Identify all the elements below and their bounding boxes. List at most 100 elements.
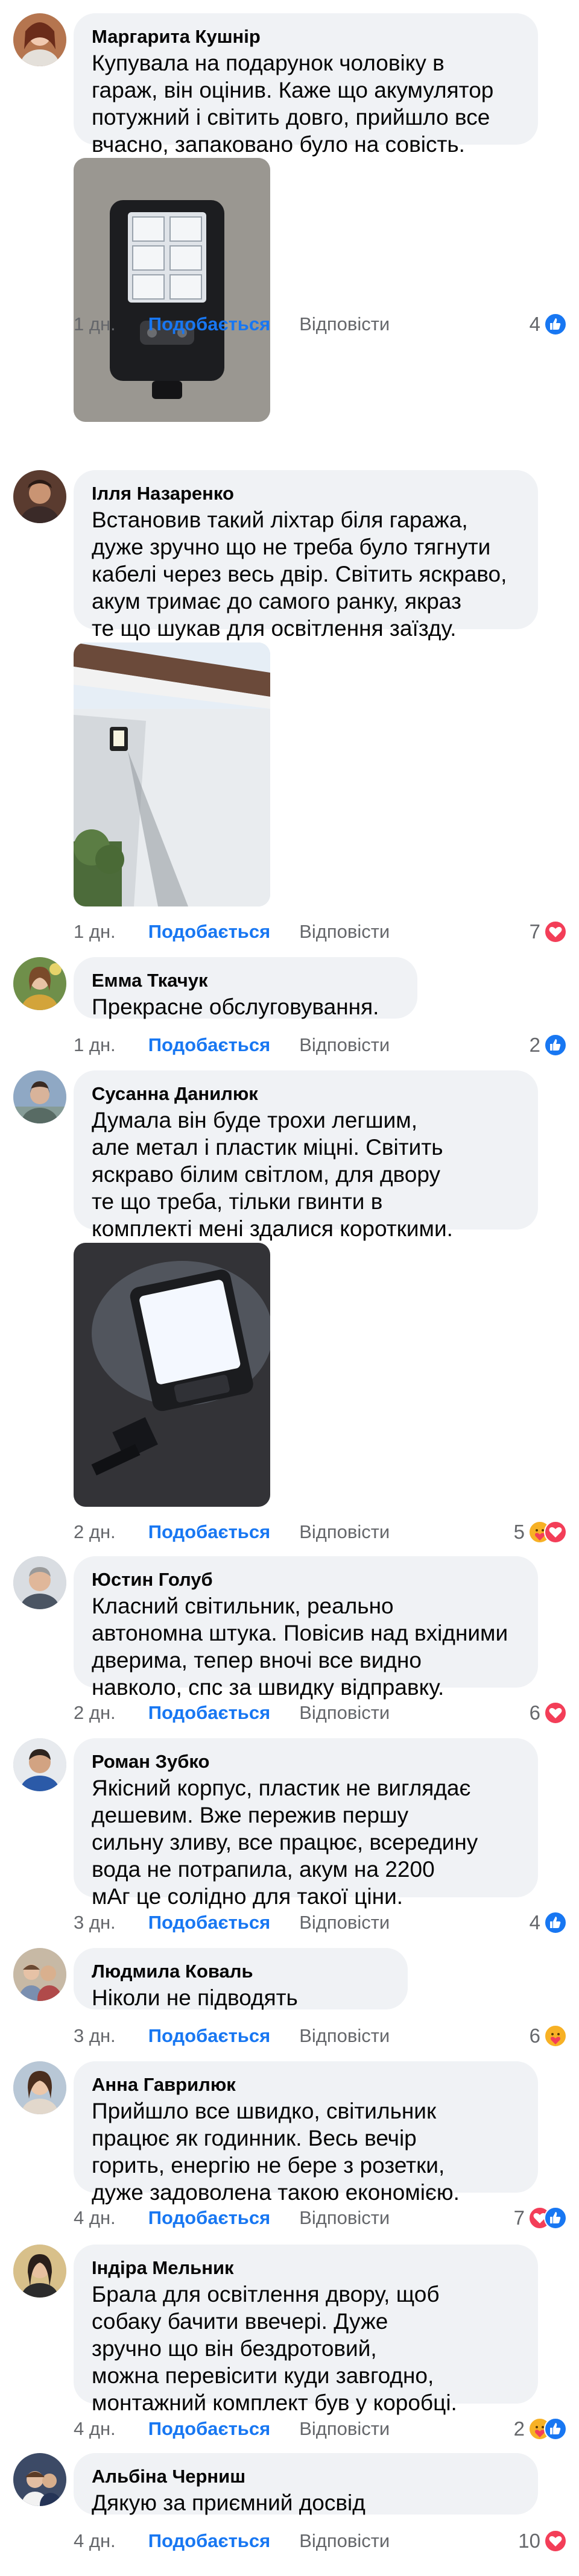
comment-meta: 1 дн. Подобається Відповісти <box>74 312 390 336</box>
comment-time[interactable]: 4 дн. <box>74 2530 116 2552</box>
like-button[interactable]: Подобається <box>148 2418 271 2440</box>
reaction-summary[interactable]: 2 <box>514 2417 567 2441</box>
comment-author[interactable]: Людмила Коваль <box>92 1960 390 1983</box>
comment-bubble: Індіра Мельник Брала для освітлення двор… <box>74 2245 538 2415</box>
reaction-count: 6 <box>529 2025 540 2047</box>
comment-author[interactable]: Альбіна Черниш <box>92 2465 520 2488</box>
like-button[interactable]: Подобається <box>148 2025 271 2047</box>
comment-meta: 4 дн. Подобається Відповісти <box>74 2206 390 2230</box>
reaction-summary[interactable]: 7 <box>514 2206 567 2230</box>
reply-button[interactable]: Відповісти <box>299 1912 390 1934</box>
love-icon <box>544 920 567 943</box>
avatar[interactable] <box>13 13 66 66</box>
like-button[interactable]: Подобається <box>148 1034 271 1056</box>
reply-button[interactable]: Відповісти <box>299 2418 390 2440</box>
avatar[interactable] <box>13 1738 66 1791</box>
like-button[interactable]: Подобається <box>148 313 271 335</box>
comment-time[interactable]: 3 дн. <box>74 2025 116 2047</box>
reaction-count: 4 <box>529 313 540 335</box>
comment-text: Дякую за приємний досвід <box>92 2490 365 2515</box>
reaction-count: 10 <box>518 2530 540 2552</box>
like-icon <box>544 2207 567 2229</box>
comment-time[interactable]: 2 дн. <box>74 1521 116 1543</box>
reply-button[interactable]: Відповісти <box>299 1702 390 1724</box>
like-button[interactable]: Подобається <box>148 1521 271 1543</box>
reaction-count: 2 <box>513 2417 525 2440</box>
comment-text: Прекрасне обслуговування. <box>92 994 379 1019</box>
comment-text: Думала він буде трохи легшим, але метал … <box>92 1108 453 1241</box>
comment-time[interactable]: 1 дн. <box>74 921 116 943</box>
comment-photo[interactable] <box>74 158 270 422</box>
comment-bubble: Роман Зубко Якісний корпус, пластик не в… <box>74 1738 538 1909</box>
reply-button[interactable]: Відповісти <box>299 2207 390 2229</box>
comment-author[interactable]: Емма Ткачук <box>92 969 399 992</box>
like-button[interactable]: Подобається <box>148 2530 271 2552</box>
comment-bubble: Емма Ткачук Прекрасне обслуговування. <box>74 957 417 1019</box>
comment-time[interactable]: 1 дн. <box>74 313 116 335</box>
like-icon <box>544 1034 567 1057</box>
avatar[interactable] <box>13 1556 66 1609</box>
reaction-summary[interactable]: 6 <box>530 2024 567 2048</box>
comment-bubble: Альбіна Черниш Дякую за приємний досвід <box>74 2453 538 2515</box>
comment-author[interactable]: Роман Зубко <box>92 1750 520 1773</box>
comment-bubble: Анна Гаврилюк Прийшло все швидко, світил… <box>74 2061 538 2205</box>
reaction-count: 7 <box>529 920 540 943</box>
comment-bubble: Людмила Коваль Ніколи не підводять <box>74 1948 408 2010</box>
comment-time[interactable]: 2 дн. <box>74 1702 116 1724</box>
avatar[interactable] <box>13 2453 66 2506</box>
reaction-summary[interactable]: 7 <box>530 920 567 944</box>
like-button[interactable]: Подобається <box>148 2207 271 2229</box>
comment-meta: 1 дн. Подобається Відповісти <box>74 920 390 944</box>
like-icon <box>544 2417 567 2440</box>
comment-bubble: Ілля Назаренко Встановив такий ліхтар бі… <box>74 470 538 641</box>
reply-button[interactable]: Відповісти <box>299 1521 390 1543</box>
comment-author[interactable]: Маргарита Кушнір <box>92 25 520 48</box>
reply-button[interactable]: Відповісти <box>299 2530 390 2552</box>
comment-bubble: Маргарита Кушнір Купувала на подарунок ч… <box>74 13 538 157</box>
comment-author[interactable]: Індіра Мельник <box>92 2257 520 2279</box>
comment-text: Прийшло все швидко, світильник працює як… <box>92 2099 460 2205</box>
reaction-summary[interactable]: 2 <box>530 1033 567 1057</box>
reply-button[interactable]: Відповісти <box>299 921 390 943</box>
reply-button[interactable]: Відповісти <box>299 313 390 335</box>
reaction-count: 2 <box>529 1034 540 1056</box>
comment-author[interactable]: Анна Гаврилюк <box>92 2073 520 2096</box>
avatar[interactable] <box>13 1948 66 2001</box>
reply-button[interactable]: Відповісти <box>299 2025 390 2047</box>
reaction-summary[interactable]: 10 <box>518 2529 567 2553</box>
comment-bubble: Юстин Голуб Класний світильник, реально … <box>74 1556 538 1700</box>
comment-author[interactable]: Юстин Голуб <box>92 1568 520 1591</box>
avatar[interactable] <box>13 2061 66 2114</box>
comment-time[interactable]: 4 дн. <box>74 2207 116 2229</box>
comment-time[interactable]: 1 дн. <box>74 1034 116 1056</box>
comment-meta: 4 дн. Подобається Відповісти <box>74 2529 390 2553</box>
like-button[interactable]: Подобається <box>148 921 271 943</box>
reaction-summary[interactable]: 4 <box>530 312 567 336</box>
love-icon <box>544 2530 567 2552</box>
reaction-count: 6 <box>529 1701 540 1724</box>
comment-meta: 3 дн. Подобається Відповісти <box>74 2024 390 2048</box>
like-button[interactable]: Подобається <box>148 1702 271 1724</box>
comment-photo[interactable] <box>74 1243 270 1507</box>
avatar[interactable] <box>13 957 66 1010</box>
avatar[interactable] <box>13 470 66 523</box>
comment-text: Якісний корпус, пластик не виглядає деше… <box>92 1776 478 1909</box>
comment-meta: 1 дн. Подобається Відповісти <box>74 1033 390 1057</box>
reply-button[interactable]: Відповісти <box>299 1034 390 1056</box>
comment-time[interactable]: 3 дн. <box>74 1912 116 1934</box>
comment-text: Купувала на подарунок чоловіку в гараж, … <box>92 51 494 157</box>
reaction-summary[interactable]: 6 <box>530 1701 567 1725</box>
comment-author[interactable]: Сусанна Данилюк <box>92 1082 520 1105</box>
comment-photo[interactable] <box>74 642 270 906</box>
comment-meta: 3 дн. Подобається Відповісти <box>74 1911 390 1935</box>
comment-time[interactable]: 4 дн. <box>74 2418 116 2440</box>
reaction-summary[interactable]: 5 <box>514 1520 567 1544</box>
comment-meta: 4 дн. Подобається Відповісти <box>74 2417 390 2441</box>
reaction-summary[interactable]: 4 <box>530 1911 567 1935</box>
love-icon <box>544 1521 567 1544</box>
avatar[interactable] <box>13 2245 66 2298</box>
avatar[interactable] <box>13 1070 66 1123</box>
comment-author[interactable]: Ілля Назаренко <box>92 482 520 505</box>
comment-bubble: Сусанна Данилюк Думала він буде трохи ле… <box>74 1070 538 1241</box>
like-button[interactable]: Подобається <box>148 1912 271 1934</box>
